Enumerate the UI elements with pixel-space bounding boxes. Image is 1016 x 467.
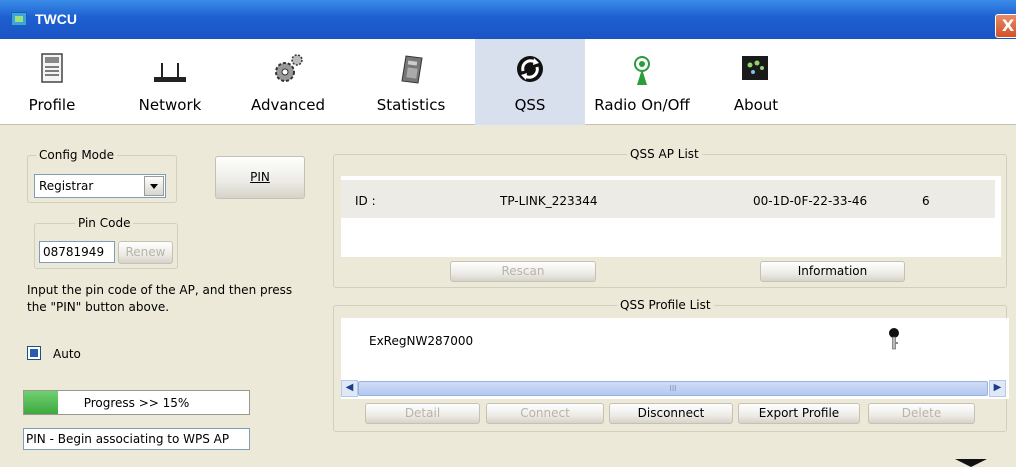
instruction-line-1: Input the pin code of the AP, and then p…	[27, 283, 293, 297]
scroll-thumb[interactable]: III	[358, 381, 988, 396]
about-icon	[742, 56, 768, 80]
instruction-line-2: the "PIN" button above.	[27, 300, 170, 314]
tab-advanced[interactable]: Advanced	[240, 39, 336, 125]
delete-button[interactable]: Delete	[868, 403, 975, 424]
checkbox-fill-icon	[30, 349, 38, 357]
tab-statistics[interactable]: Statistics	[366, 39, 456, 125]
tab-advanced-label: Advanced	[250, 96, 326, 114]
qss-icon	[517, 56, 543, 82]
disconnect-button[interactable]: Disconnect	[609, 403, 733, 424]
tab-about[interactable]: About	[724, 39, 788, 125]
advanced-icon	[275, 54, 303, 82]
ap-bssid: 00-1D-0F-22-33-46	[753, 194, 868, 208]
auto-checkbox[interactable]	[27, 346, 41, 360]
pin-button-label: PIN	[250, 170, 270, 184]
ap-ssid: TP-LINK_223344	[500, 194, 598, 208]
tab-qss[interactable]: QSS	[475, 39, 585, 125]
radio-icon	[634, 56, 650, 85]
statistics-icon	[401, 55, 423, 84]
tab-radio-onoff-label: Radio On/Off	[594, 96, 690, 114]
tab-radio-onoff[interactable]: Radio On/Off	[582, 39, 702, 125]
config-mode-value: Registrar	[39, 179, 94, 193]
ap-id-label: ID :	[355, 194, 376, 208]
status-field: PIN - Begin associating to WPS AP	[23, 428, 250, 450]
progress-text: Progress >> 15%	[83, 396, 190, 410]
horizontal-scrollbar[interactable]: ◀ III ▶	[341, 380, 1009, 397]
tab-network-label: Network	[138, 96, 202, 114]
pin-button[interactable]: PIN	[215, 156, 305, 199]
toolbar: Profile Network Advanced Statistics QSS …	[0, 39, 1016, 125]
tab-network[interactable]: Network	[130, 39, 210, 125]
profile-icon	[41, 53, 63, 83]
key-icon	[889, 328, 899, 350]
detail-button[interactable]: Detail	[365, 403, 480, 424]
auto-label: Auto	[53, 347, 81, 361]
pin-code-field[interactable]: 08781949	[39, 241, 115, 263]
scroll-right-icon[interactable]: ▶	[989, 380, 1006, 397]
ap-list-row[interactable]: ID : TP-LINK_223344 00-1D-0F-22-33-46 6	[341, 180, 995, 218]
scroll-left-icon[interactable]: ◀	[341, 380, 358, 397]
pin-code-value: 08781949	[43, 245, 105, 259]
export-profile-button[interactable]: Export Profile	[738, 403, 860, 424]
connect-button[interactable]: Connect	[486, 403, 604, 424]
tab-statistics-label: Statistics	[376, 96, 446, 114]
profile-name: ExRegNW287000	[369, 334, 474, 348]
tab-profile[interactable]: Profile	[20, 39, 84, 125]
tab-qss-label: QSS	[514, 96, 546, 114]
rescan-button[interactable]: Rescan	[450, 261, 596, 282]
expand-arrow-icon[interactable]	[955, 459, 987, 467]
qss-profile-list-title: QSS Profile List	[617, 298, 714, 312]
config-mode-select[interactable]: Registrar	[34, 174, 166, 198]
renew-button[interactable]: Renew	[118, 241, 173, 264]
app-icon	[11, 12, 27, 26]
profile-list[interactable]: ExRegNW287000 ◀ III ▶	[341, 318, 1009, 399]
dropdown-button[interactable]	[144, 176, 164, 196]
qss-ap-list-title: QSS AP List	[627, 147, 702, 161]
progress-bar: Progress >> 15%	[23, 390, 250, 415]
config-mode-legend: Config Mode	[36, 148, 118, 162]
title-bar: TWCU X	[0, 0, 1016, 39]
tab-profile-label: Profile	[28, 96, 76, 114]
network-icon	[154, 63, 186, 82]
scroll-thumb-grip: III	[669, 384, 677, 393]
close-button[interactable]: X	[995, 14, 1016, 38]
tab-about-label: About	[733, 96, 779, 114]
pin-code-legend: Pin Code	[75, 216, 134, 230]
ap-list[interactable]: ID : TP-LINK_223344 00-1D-0F-22-33-46 6	[341, 176, 1001, 257]
profile-list-row[interactable]: ExRegNW287000	[341, 318, 1001, 358]
window-title: TWCU	[35, 11, 77, 27]
information-button[interactable]: Information	[760, 261, 905, 282]
status-text: PIN - Begin associating to WPS AP	[26, 432, 230, 446]
chevron-down-icon	[150, 184, 158, 189]
ap-channel: 6	[922, 194, 930, 208]
